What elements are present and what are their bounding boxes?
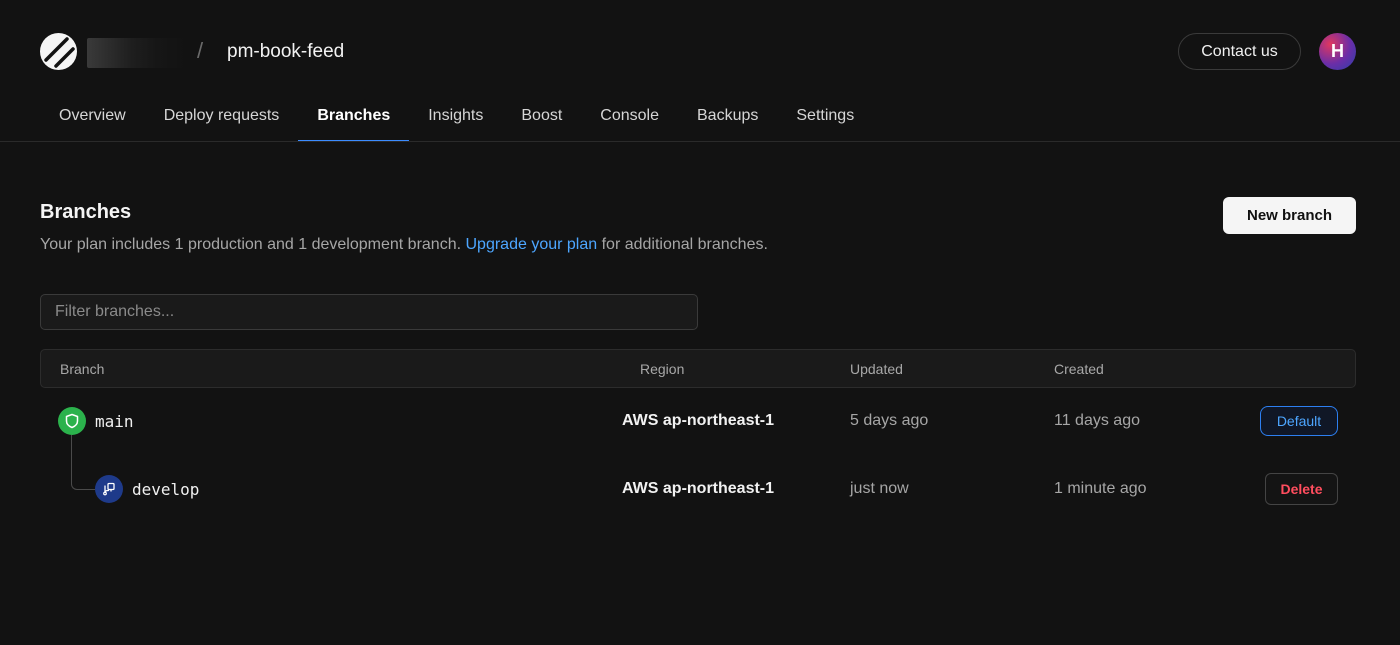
upgrade-plan-link[interactable]: Upgrade your plan xyxy=(466,236,598,253)
table-row[interactable]: main AWS ap-northeast-1 5 days ago 11 da… xyxy=(40,391,1356,451)
avatar-initial: H xyxy=(1331,41,1344,61)
tab-boost[interactable]: Boost xyxy=(502,90,581,142)
database-nav-tabs: Overview Deploy requests Branches Insigh… xyxy=(40,90,873,142)
column-header-created[interactable]: Created xyxy=(1054,361,1104,377)
plan-suffix: for additional branches. xyxy=(601,236,768,253)
table-row[interactable]: develop AWS ap-northeast-1 just now 1 mi… xyxy=(40,459,1356,519)
org-name-redacted[interactable] xyxy=(87,38,187,68)
tab-branches[interactable]: Branches xyxy=(298,90,410,142)
shield-icon xyxy=(58,407,86,435)
branch-name-link[interactable]: main xyxy=(95,412,134,431)
top-bar: / pm-book-feed Contact us H xyxy=(0,0,1400,100)
branch-updated: just now xyxy=(850,480,909,497)
branch-updated: 5 days ago xyxy=(850,412,929,429)
breadcrumb-separator: / xyxy=(197,38,204,63)
default-badge: Default xyxy=(1260,406,1338,436)
branches-table-header: Branch Region Updated Created xyxy=(40,349,1356,388)
branch-created: 1 minute ago xyxy=(1054,480,1147,497)
branch-region: AWS ap-northeast-1 xyxy=(622,480,775,497)
user-avatar[interactable]: H xyxy=(1319,33,1356,70)
tab-insights[interactable]: Insights xyxy=(409,90,502,142)
branch-name-link[interactable]: develop xyxy=(132,480,199,499)
database-name[interactable]: pm-book-feed xyxy=(227,41,344,63)
tab-console[interactable]: Console xyxy=(581,90,678,142)
column-header-branch[interactable]: Branch xyxy=(60,361,104,377)
tab-overview[interactable]: Overview xyxy=(40,90,145,142)
tabs-divider xyxy=(0,141,1400,142)
delete-branch-button[interactable]: Delete xyxy=(1265,473,1338,505)
tab-backups[interactable]: Backups xyxy=(678,90,777,142)
planetscale-logo-icon[interactable] xyxy=(40,33,77,70)
column-header-updated[interactable]: Updated xyxy=(850,361,903,377)
column-header-region[interactable]: Region xyxy=(640,361,684,377)
plan-text: Your plan includes 1 production and 1 de… xyxy=(40,236,462,253)
branch-icon xyxy=(95,475,123,503)
branch-created: 11 days ago xyxy=(1054,412,1140,429)
tab-deploy-requests[interactable]: Deploy requests xyxy=(145,90,299,142)
tab-settings[interactable]: Settings xyxy=(777,90,873,142)
filter-branches-input[interactable] xyxy=(40,294,698,330)
page-title: Branches xyxy=(40,201,132,223)
branch-region: AWS ap-northeast-1 xyxy=(622,412,775,429)
contact-us-button[interactable]: Contact us xyxy=(1178,33,1301,70)
plan-description: Your plan includes 1 production and 1 de… xyxy=(40,236,768,254)
new-branch-button[interactable]: New branch xyxy=(1223,197,1356,234)
